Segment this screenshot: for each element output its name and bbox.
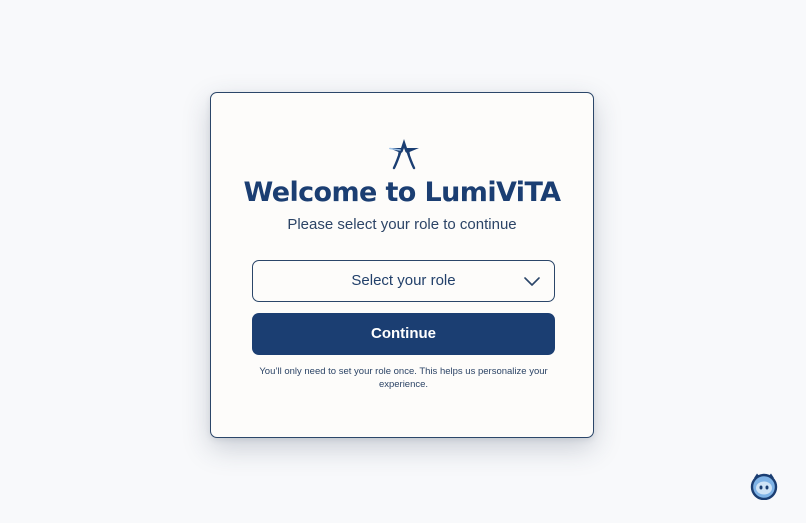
role-select[interactable]: Select your role <box>252 260 555 302</box>
continue-button[interactable]: Continue <box>252 313 555 355</box>
page-subtitle: Please select your role to continue <box>287 216 517 233</box>
role-select-label: Select your role <box>351 272 456 289</box>
page-title: Welcome to LumiViTA <box>243 177 562 208</box>
chevron-down-icon <box>524 277 540 286</box>
role-selection-card: Welcome to LumiViTA Please select your r… <box>210 92 594 438</box>
assistant-avatar-icon[interactable] <box>750 472 778 500</box>
role-info-note: You’ll only need to set your role once. … <box>259 366 548 390</box>
role-selection-page: Welcome to LumiViTA Please select your r… <box>0 0 806 523</box>
lumivita-star-icon <box>389 139 419 170</box>
